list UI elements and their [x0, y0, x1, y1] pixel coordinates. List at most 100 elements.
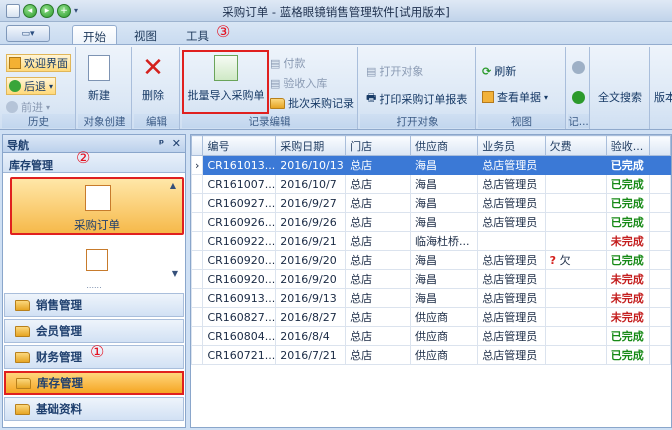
row-indicator: [191, 307, 204, 327]
batch-record-button[interactable]: 批次采购记录: [270, 95, 354, 111]
column-header[interactable]: 业务员: [477, 135, 546, 156]
nav-item-sales[interactable]: 销售管理: [4, 293, 184, 317]
table-cell: [649, 326, 671, 346]
welcome-button[interactable]: 欢迎界面: [6, 54, 71, 72]
table-cell: 2016/10/13: [275, 155, 347, 175]
home-icon: [9, 57, 21, 69]
add-icon[interactable]: +: [57, 3, 71, 18]
table-cell: 供应商: [409, 345, 479, 365]
open-object-button[interactable]: ▤ 打开对象: [366, 63, 423, 79]
table-row[interactable]: CR160920... 2016/9/20 总店 海昌 总店管理员? 欠已完成: [191, 250, 671, 270]
pin-icon[interactable]: ᵖ: [159, 137, 164, 150]
dropdown-icon[interactable]: ▾: [74, 6, 78, 15]
table-row[interactable]: CR160804... 2016/8/4 总店 供应商 总店管理员 已完成: [191, 326, 671, 346]
column-header[interactable]: 门店: [345, 135, 411, 156]
nav-item-basic-data[interactable]: 基础资料: [4, 397, 184, 421]
table-cell: [649, 155, 671, 175]
add-record-icon[interactable]: [572, 91, 585, 104]
purchase-order-grid: 编号 采购日期 门店 供应商 业务员 欠费 验收... › CR161013... 2016/1…: [190, 134, 672, 428]
app-menu-button[interactable]: ▭▾: [6, 25, 50, 42]
splitter-dots[interactable]: ......: [3, 282, 185, 290]
table-cell: 未完成: [605, 288, 651, 308]
table-cell: 已完成: [605, 345, 651, 365]
ribbon: 欢迎界面 后退 ▾ 前进 ▾ 历史 新建 对象创建 ✕ 删除 编辑 批量导入采购…: [0, 44, 672, 130]
table-row[interactable]: CR160920... 2016/9/20 总店 海昌 总店管理员 未完成: [191, 269, 671, 289]
group-view: ⟳ 刷新 查看单据 ▾ 视图: [478, 47, 566, 129]
column-header[interactable]: [649, 135, 671, 156]
table-cell: 总店管理员: [477, 307, 546, 327]
house-icon: [85, 185, 111, 211]
scroll-up-icon[interactable]: ▲: [170, 181, 176, 190]
scroll-down-icon[interactable]: ▼: [172, 269, 178, 278]
table-row[interactable]: › CR161013... 2016/10/13 总店 海昌 总店管理员 已完成: [191, 155, 671, 175]
version-button[interactable]: 版本: [654, 89, 672, 105]
group-edit-label: 编辑: [134, 114, 179, 128]
second-nav-item[interactable]: ▼: [10, 243, 184, 283]
table-cell: 总店管理员: [477, 345, 546, 365]
column-header[interactable]: 验收...: [605, 135, 651, 156]
menu-icon: ▭▾: [21, 28, 35, 39]
table-row[interactable]: CR160913... 2016/9/13 总店 海昌 总店管理员 未完成: [191, 288, 671, 308]
row-indicator: [191, 345, 204, 365]
table-cell: [544, 326, 607, 346]
table-row[interactable]: CR160721... 2016/7/21 总店 供应商 总店管理员 已完成: [191, 345, 671, 365]
table-cell: 总店: [345, 345, 411, 365]
table-row[interactable]: CR160927... 2016/9/27 总店 海昌 总店管理员 已完成: [191, 193, 671, 213]
all-search-button[interactable]: 全文搜索: [598, 89, 642, 105]
back-dropdown-icon[interactable]: ▾: [49, 82, 53, 91]
column-header[interactable]: 编号: [202, 135, 277, 156]
table-cell: 总店: [345, 288, 411, 308]
table-row[interactable]: CR160926... 2016/9/26 总店 海昌 总店管理员 已完成: [191, 212, 671, 232]
table-cell: 已完成: [605, 326, 651, 346]
purchase-order-item[interactable]: 采购订单 ▲: [10, 177, 184, 235]
forward-arrow-icon: [6, 101, 18, 113]
column-header[interactable]: 供应商: [409, 135, 479, 156]
print-report-button[interactable]: 🖶 打印采购订单报表: [366, 89, 467, 108]
back-icon[interactable]: ◂: [23, 3, 37, 18]
row-indicator: [191, 269, 204, 289]
nav-section-title: 库存管理: [3, 153, 185, 173]
title-bar: ◂ ▸ + ▾ 采购订单 - 蓝格眼镜销售管理软件[试用版本]: [0, 0, 672, 22]
annotation-1: ①: [90, 342, 105, 361]
table-cell: 供应商: [409, 307, 479, 327]
folder-icon: [15, 325, 30, 337]
pay-button[interactable]: ▤ 付款: [270, 55, 305, 71]
column-header[interactable]: 欠费: [544, 135, 607, 156]
tab-tools[interactable]: 工具: [176, 25, 219, 44]
column-header[interactable]: 采购日期: [275, 135, 347, 156]
info-icon[interactable]: [572, 61, 585, 74]
table-row[interactable]: CR160827... 2016/8/27 总店 供应商 总店管理员 未完成: [191, 307, 671, 327]
forward-button[interactable]: 前进 ▾: [6, 99, 50, 115]
new-button[interactable]: 新建: [88, 55, 110, 103]
table-cell: CR160922...: [202, 231, 277, 251]
table-cell: 已完成: [605, 193, 651, 213]
group-version: 版本: [652, 47, 672, 129]
nav-item-members[interactable]: 会员管理: [4, 319, 184, 343]
view-dropdown-icon[interactable]: ▾: [544, 93, 548, 102]
table-cell: [649, 250, 671, 270]
table-cell: 供应商: [409, 326, 479, 346]
close-icon[interactable]: ✕: [172, 137, 181, 150]
table-cell: 海昌: [409, 193, 479, 213]
table-cell: 2016/9/20: [275, 250, 347, 270]
forward-icon[interactable]: ▸: [40, 3, 54, 18]
back-button[interactable]: 后退 ▾: [6, 77, 57, 95]
receive-button[interactable]: ▤ 验收入库: [270, 75, 327, 91]
window-title: 采购订单 - 蓝格眼镜销售管理软件[试用版本]: [222, 5, 450, 19]
table-cell: 2016/8/27: [275, 307, 347, 327]
table-cell: 2016/9/21: [275, 231, 347, 251]
table-row[interactable]: CR160922... 2016/9/21 总店 临海杜桥... 未完成: [191, 231, 671, 251]
nav-item-inventory[interactable]: 库存管理: [4, 371, 184, 395]
table-cell: 已完成: [605, 212, 651, 232]
refresh-button[interactable]: ⟳ 刷新: [482, 63, 516, 79]
table-cell: CR160926...: [202, 212, 277, 232]
delete-button[interactable]: ✕ 删除: [142, 55, 164, 103]
tab-view[interactable]: 视图: [124, 25, 167, 44]
table-cell: CR160920...: [202, 269, 277, 289]
tab-start[interactable]: 开始: [72, 25, 117, 44]
table-cell: CR160927...: [202, 193, 277, 213]
view-data-button[interactable]: 查看单据 ▾: [482, 89, 548, 105]
table-cell: 海昌: [409, 288, 479, 308]
table-cell: [544, 269, 607, 289]
table-row[interactable]: CR161007... 2016/10/7 总店 海昌 总店管理员 已完成: [191, 174, 671, 194]
